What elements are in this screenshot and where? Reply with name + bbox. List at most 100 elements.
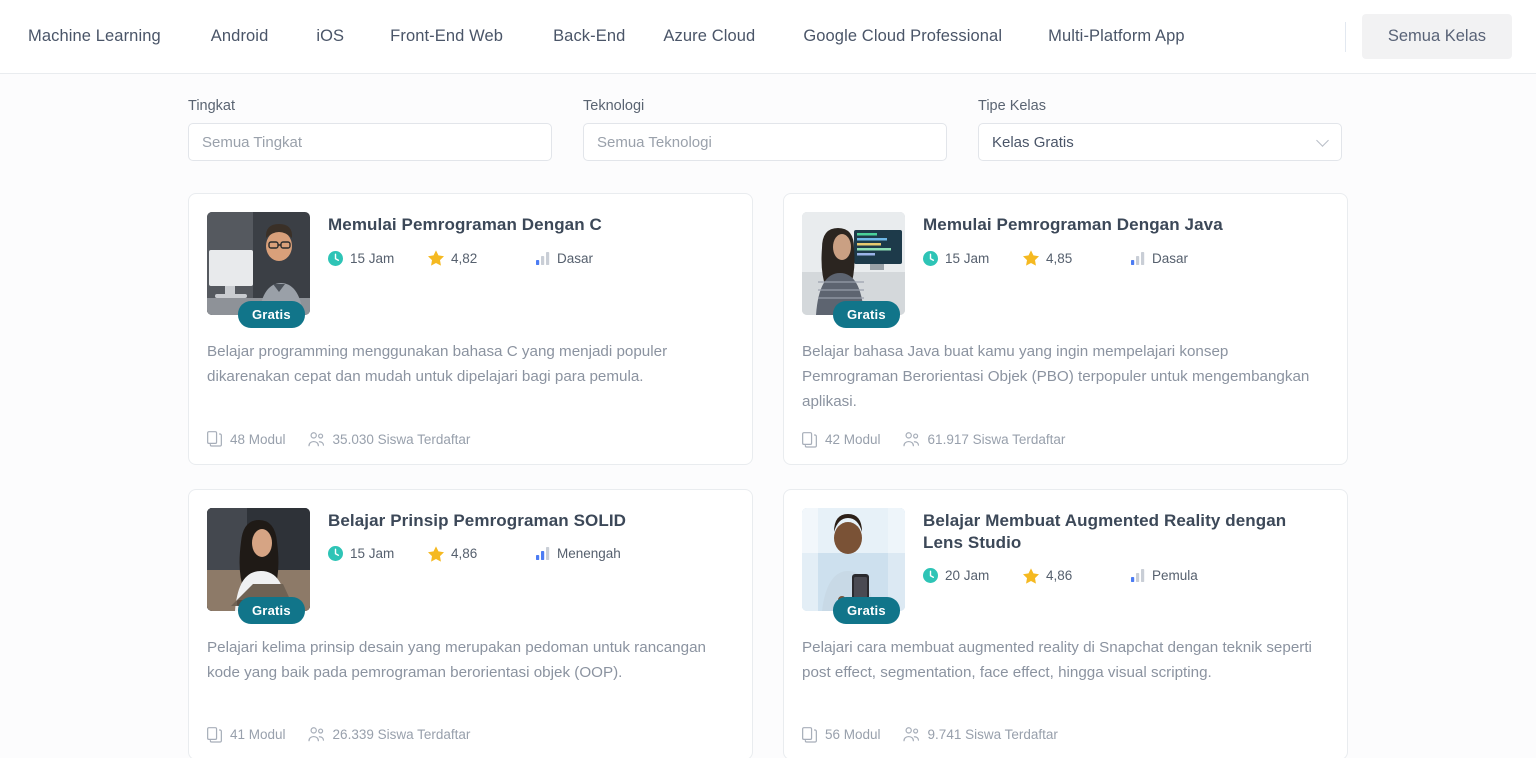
- course-meta: 15 Jam 4,85 Dasar: [923, 250, 1327, 266]
- level-text: Dasar: [557, 250, 594, 266]
- course-title: Memulai Pemrograman Dengan C: [328, 215, 602, 234]
- level-bars-icon: [536, 251, 550, 265]
- filter-value: Semua Teknologi: [597, 133, 712, 151]
- filter-value: Semua Tingkat: [202, 133, 303, 151]
- card-top: Gratis Memulai Pemrograman Dengan Java 15 …: [802, 212, 1327, 328]
- content-container: Tingkat Semua Tingkat Teknologi Semua Tekno…: [188, 74, 1348, 758]
- level-bars-icon: [1131, 569, 1145, 583]
- filter-teknologi: Teknologi Semua Teknologi: [583, 98, 947, 161]
- module-count-text: 41 Modul: [230, 727, 286, 743]
- meta-rating: 4,82: [428, 250, 536, 266]
- card-thumbnail-wrap: Gratis: [802, 507, 905, 624]
- nav-item-front-end-web[interactable]: Front-End Web: [390, 19, 503, 54]
- nav-item-machine-learning[interactable]: Machine Learning: [28, 19, 161, 54]
- gratis-badge: Gratis: [238, 301, 305, 328]
- filter-select[interactable]: Kelas Gratis: [978, 123, 1342, 161]
- meta-level: Dasar: [1131, 251, 1188, 266]
- star-icon: [428, 250, 444, 266]
- course-card-grid: Gratis Memulai Pemrograman Dengan C 15 Jam…: [188, 193, 1348, 758]
- course-description: Pelajari cara membuat augmented reality …: [802, 638, 1312, 681]
- student-count: 35.030 Siswa Terdaftar: [307, 431, 471, 447]
- student-count: 9.741 Siswa Terdaftar: [902, 727, 1058, 743]
- gratis-badge: Gratis: [238, 596, 305, 624]
- course-description: Belajar bahasa Java buat kamu yang ingin…: [802, 343, 1310, 411]
- module-icon: [802, 431, 817, 448]
- card-footer: 56 Modul 9.741 Siswa Terdaftar: [802, 726, 1327, 743]
- users-icon: [902, 727, 919, 742]
- duration-text: 20 Jam: [945, 568, 990, 584]
- course-title: Memulai Pemrograman Dengan Java: [923, 215, 1223, 234]
- student-count: 61.917 Siswa Terdaftar: [902, 432, 1065, 447]
- meta-duration: 15 Jam: [328, 546, 428, 562]
- course-thumbnail-image: [802, 507, 905, 611]
- filter-input[interactable]: Semua Tingkat: [188, 123, 552, 161]
- gratis-badge: Gratis: [833, 301, 900, 328]
- filter-label: Teknologi: [583, 98, 645, 114]
- course-title: Belajar Membuat Augmented Reality dengan…: [923, 510, 1287, 552]
- meta-duration: 15 Jam: [328, 250, 428, 266]
- student-count-text: 9.741 Siswa Terdaftar: [927, 727, 1058, 743]
- star-icon: [1023, 568, 1039, 584]
- card-top: Gratis Belajar Membuat Augmented Reality …: [802, 507, 1327, 624]
- course-card[interactable]: Gratis Memulai Pemrograman Dengan C 15 Jam…: [188, 193, 753, 465]
- rating-text: 4,85: [1046, 250, 1073, 266]
- clock-icon: [923, 568, 938, 584]
- course-title: Belajar Prinsip Pemrograman SOLID: [328, 510, 627, 530]
- duration-text: 15 Jam: [945, 250, 990, 266]
- module-count-text: 42 Modul: [825, 432, 881, 448]
- card-thumbnail-wrap: Gratis: [207, 507, 310, 624]
- card-top: Gratis Belajar Prinsip Pemrograman SOLID 1…: [207, 507, 732, 624]
- card-thumbnail-wrap: Gratis: [207, 212, 310, 328]
- course-card[interactable]: Gratis Belajar Membuat Augmented Reality …: [783, 488, 1348, 758]
- meta-level: Dasar: [536, 251, 593, 266]
- filter-value: Kelas Gratis: [992, 133, 1074, 151]
- module-icon: [207, 431, 222, 447]
- module-count: 41 Modul: [207, 726, 286, 743]
- course-card[interactable]: Gratis Belajar Prinsip Pemrograman SOLID 1…: [188, 488, 753, 758]
- filter-input[interactable]: Semua Teknologi: [583, 123, 947, 161]
- nav-item-multi-platform-app[interactable]: Multi-Platform App: [1048, 19, 1185, 54]
- course-thumbnail-image: [802, 212, 905, 315]
- meta-rating: 4,85: [1023, 250, 1131, 266]
- module-icon: [802, 726, 817, 743]
- rating-text: 4,82: [451, 250, 478, 266]
- module-count: 48 Modul: [207, 431, 286, 447]
- course-thumbnail-image: [207, 507, 310, 611]
- course-meta: 20 Jam 4,86 Pemula: [923, 568, 1327, 584]
- card-top: Gratis Memulai Pemrograman Dengan C 15 Jam…: [207, 212, 732, 328]
- meta-rating: 4,86: [428, 546, 536, 562]
- users-icon: [902, 432, 919, 447]
- rating-text: 4,86: [1046, 568, 1073, 584]
- nav-item-ios[interactable]: iOS: [316, 19, 344, 54]
- star-icon: [1023, 250, 1039, 266]
- clock-icon: [328, 250, 343, 266]
- duration-text: 15 Jam: [350, 546, 395, 562]
- gratis-badge: Gratis: [833, 596, 900, 624]
- card-head: Memulai Pemrograman Dengan Java 15 Jam 4,8…: [923, 212, 1327, 315]
- meta-level: Menengah: [536, 546, 621, 561]
- course-meta: 15 Jam 4,86 Menengah: [328, 546, 732, 562]
- clock-icon: [328, 546, 343, 562]
- card-head: Belajar Prinsip Pemrograman SOLID 15 Jam 4…: [328, 508, 732, 611]
- module-count-text: 56 Modul: [825, 727, 881, 743]
- star-icon: [428, 546, 444, 562]
- card-head: Belajar Membuat Augmented Reality dengan…: [923, 508, 1327, 611]
- page-body: Tingkat Semua Tingkat Teknologi Semua Tekno…: [0, 74, 1536, 758]
- student-count-text: 35.030 Siswa Terdaftar: [332, 431, 471, 447]
- nav-right-group: Semua Kelas: [1344, 14, 1512, 59]
- nav-item-android[interactable]: Android: [211, 19, 269, 54]
- module-icon: [207, 726, 222, 743]
- card-footer: 42 Modul 61.917 Siswa Terdaftar: [802, 431, 1327, 448]
- level-text: Menengah: [557, 546, 621, 562]
- level-text: Dasar: [1152, 250, 1189, 266]
- level-bars-icon: [1131, 251, 1145, 265]
- filter-label: Tipe Kelas: [978, 98, 1046, 114]
- nav-item-azure-cloud[interactable]: Azure Cloud: [663, 19, 755, 54]
- nav-item-google-cloud-professional[interactable]: Google Cloud Professional: [803, 19, 1002, 54]
- nav-item-back-end[interactable]: Back-End: [553, 19, 625, 54]
- meta-level: Pemula: [1131, 568, 1198, 583]
- nav-divider: [1344, 21, 1346, 52]
- semua-kelas-button[interactable]: Semua Kelas: [1361, 14, 1512, 59]
- course-card[interactable]: Gratis Memulai Pemrograman Dengan Java 15 …: [783, 193, 1348, 465]
- course-description: Belajar programming menggunakan bahasa C…: [207, 343, 668, 386]
